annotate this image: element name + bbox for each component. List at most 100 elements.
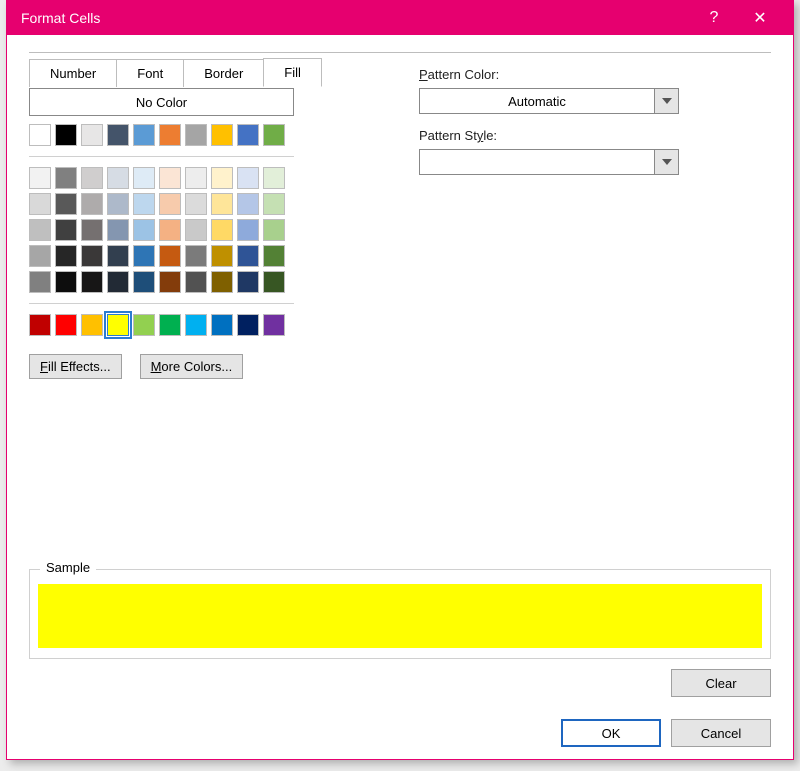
color-swatch[interactable] [211, 124, 233, 146]
color-swatch[interactable] [29, 271, 51, 293]
color-swatch[interactable] [211, 245, 233, 267]
color-swatch[interactable] [185, 167, 207, 189]
color-swatch[interactable] [55, 314, 77, 336]
color-swatch[interactable] [159, 193, 181, 215]
color-swatch[interactable] [107, 271, 129, 293]
more-colors-button[interactable]: More Colors... [140, 354, 244, 379]
color-swatch[interactable] [133, 167, 155, 189]
color-swatch[interactable] [263, 314, 285, 336]
color-swatch[interactable] [159, 219, 181, 241]
color-swatch[interactable] [237, 193, 259, 215]
color-swatch[interactable] [81, 245, 103, 267]
color-swatch[interactable] [29, 219, 51, 241]
color-swatch[interactable] [133, 314, 155, 336]
color-swatch[interactable] [55, 124, 77, 146]
color-swatch[interactable] [159, 245, 181, 267]
color-swatch[interactable] [133, 245, 155, 267]
tab-number[interactable]: Number [29, 59, 117, 87]
close-icon[interactable]: ✕ [737, 1, 783, 35]
color-swatch[interactable] [211, 271, 233, 293]
color-swatch[interactable] [263, 193, 285, 215]
color-swatch[interactable] [237, 167, 259, 189]
color-swatch[interactable] [29, 193, 51, 215]
color-swatch[interactable] [237, 124, 259, 146]
color-swatch[interactable] [29, 124, 51, 146]
sample-preview [38, 584, 762, 648]
color-swatch[interactable] [81, 271, 103, 293]
pattern-style-label: Pattern Style: [419, 128, 699, 143]
tab-border[interactable]: Border [183, 59, 264, 87]
no-color-button[interactable]: No Color [29, 88, 294, 116]
pattern-color-label: Pattern Color: [419, 67, 699, 82]
chevron-down-icon[interactable] [654, 89, 678, 113]
color-swatch[interactable] [263, 124, 285, 146]
color-swatch[interactable] [107, 245, 129, 267]
color-swatch[interactable] [263, 219, 285, 241]
color-swatch[interactable] [133, 193, 155, 215]
standard-color-row [29, 314, 329, 336]
color-swatch[interactable] [81, 167, 103, 189]
color-swatch[interactable] [81, 314, 103, 336]
color-swatch[interactable] [81, 219, 103, 241]
titlebar[interactable]: Format Cells ? ✕ [7, 1, 793, 35]
color-swatch[interactable] [29, 245, 51, 267]
color-swatch[interactable] [185, 193, 207, 215]
color-swatch[interactable] [107, 167, 129, 189]
color-swatch[interactable] [185, 245, 207, 267]
color-swatch[interactable] [55, 193, 77, 215]
clear-button[interactable]: Clear [671, 669, 771, 697]
sample-group: Sample [29, 569, 771, 659]
chevron-down-icon[interactable] [654, 150, 678, 174]
color-swatch[interactable] [107, 314, 129, 336]
color-swatch[interactable] [237, 219, 259, 241]
theme-shade-grid [29, 167, 329, 293]
color-swatch[interactable] [133, 271, 155, 293]
tab-font[interactable]: Font [116, 59, 184, 87]
color-swatch[interactable] [237, 245, 259, 267]
color-swatch[interactable] [107, 124, 129, 146]
color-swatch[interactable] [263, 245, 285, 267]
tab-fill[interactable]: Fill [263, 58, 322, 87]
help-icon[interactable]: ? [691, 1, 737, 35]
cancel-button[interactable]: Cancel [671, 719, 771, 747]
pattern-color-dropdown[interactable]: Automatic [419, 88, 679, 114]
color-swatch[interactable] [237, 314, 259, 336]
color-swatch[interactable] [133, 219, 155, 241]
color-swatch[interactable] [211, 314, 233, 336]
color-swatch[interactable] [29, 167, 51, 189]
color-swatch[interactable] [107, 193, 129, 215]
color-swatch[interactable] [55, 245, 77, 267]
color-swatch[interactable] [263, 167, 285, 189]
fill-effects-button[interactable]: Fill Effects... [29, 354, 122, 379]
dialog-actions: OK Cancel [29, 719, 771, 747]
color-swatch[interactable] [81, 124, 103, 146]
color-swatch[interactable] [211, 193, 233, 215]
pattern-color-value: Automatic [420, 89, 654, 113]
color-swatch[interactable] [159, 167, 181, 189]
background-color-section: Background Color: No Color Fill Effects.… [29, 67, 329, 379]
color-swatch[interactable] [159, 271, 181, 293]
color-swatch[interactable] [55, 271, 77, 293]
tab-content-fill: Background Color: No Color Fill Effects.… [29, 67, 771, 747]
pattern-style-dropdown[interactable] [419, 149, 679, 175]
color-swatch[interactable] [185, 219, 207, 241]
color-swatch[interactable] [185, 124, 207, 146]
color-swatch[interactable] [211, 219, 233, 241]
color-swatch[interactable] [55, 167, 77, 189]
sample-label: Sample [40, 560, 96, 575]
color-swatch[interactable] [237, 271, 259, 293]
color-swatch[interactable] [263, 271, 285, 293]
color-swatch[interactable] [81, 193, 103, 215]
ok-button[interactable]: OK [561, 719, 661, 747]
color-swatch[interactable] [185, 271, 207, 293]
color-swatch[interactable] [107, 219, 129, 241]
color-swatch[interactable] [185, 314, 207, 336]
color-swatch[interactable] [133, 124, 155, 146]
color-swatch[interactable] [211, 167, 233, 189]
color-swatch[interactable] [29, 314, 51, 336]
color-swatch[interactable] [159, 124, 181, 146]
format-cells-dialog: Format Cells ? ✕ Number Font Border Fill… [6, 0, 794, 760]
color-swatch[interactable] [55, 219, 77, 241]
dialog-title: Format Cells [21, 10, 691, 26]
color-swatch[interactable] [159, 314, 181, 336]
